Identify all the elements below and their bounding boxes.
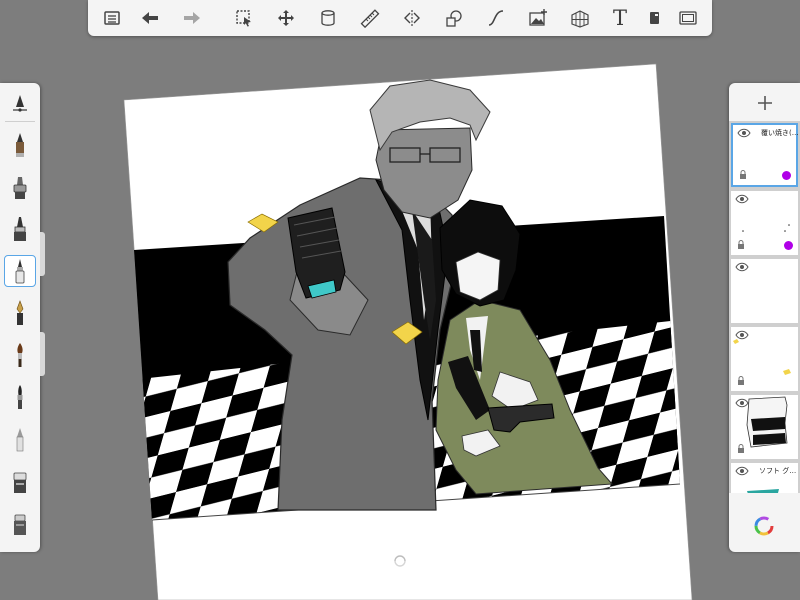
time-lapse-button[interactable] bbox=[640, 4, 668, 32]
layer-item-3[interactable] bbox=[731, 259, 798, 323]
symmetry-icon bbox=[404, 10, 420, 26]
brush-panel bbox=[0, 83, 40, 552]
color-wheel-icon bbox=[754, 516, 774, 536]
airbrush-icon bbox=[13, 177, 27, 199]
brush-options-button[interactable] bbox=[4, 87, 36, 119]
ink-pen-icon bbox=[16, 300, 24, 325]
text-button[interactable]: T bbox=[606, 4, 634, 32]
redo-icon bbox=[184, 12, 200, 24]
blend-mode-dot bbox=[782, 171, 791, 180]
brush-fineliner[interactable] bbox=[4, 255, 36, 287]
pencil-icon bbox=[16, 133, 24, 157]
transform-button[interactable] bbox=[272, 4, 300, 32]
stroke-button[interactable] bbox=[482, 4, 510, 32]
time-lapse-icon bbox=[650, 12, 659, 24]
ruler-icon bbox=[360, 9, 380, 28]
eye-icon[interactable] bbox=[735, 262, 749, 272]
image-icon bbox=[529, 9, 547, 26]
layer-name: 覆い焼き(… bbox=[761, 129, 799, 137]
brush-pencil[interactable] bbox=[4, 129, 36, 161]
perspective-grid-button[interactable] bbox=[566, 4, 594, 32]
shapes-icon bbox=[446, 10, 462, 27]
brush-panel-opacity-handle[interactable] bbox=[40, 332, 45, 376]
layer-item-5[interactable] bbox=[731, 395, 798, 459]
brush-eraser[interactable] bbox=[4, 465, 36, 497]
undo-button[interactable] bbox=[136, 4, 164, 32]
brush-marker[interactable] bbox=[4, 213, 36, 245]
symmetry-button[interactable] bbox=[398, 4, 426, 32]
undo-icon bbox=[142, 12, 158, 24]
layer-lock-icon bbox=[738, 376, 744, 385]
fullscreen-button[interactable] bbox=[674, 4, 702, 32]
paint-brush-icon bbox=[17, 343, 23, 367]
marker-icon bbox=[14, 217, 26, 241]
curve-icon bbox=[488, 10, 504, 26]
top-toolbar: T bbox=[88, 0, 712, 36]
selection-button[interactable] bbox=[230, 4, 258, 32]
redo-button[interactable] bbox=[178, 4, 206, 32]
brush-panel-resize-handle[interactable] bbox=[40, 232, 45, 276]
move-icon bbox=[278, 10, 294, 26]
selection-icon bbox=[236, 10, 251, 27]
blender-icon bbox=[14, 514, 26, 535]
fill-button[interactable] bbox=[314, 4, 342, 32]
brush-ink-pen[interactable] bbox=[4, 297, 36, 329]
shapes-button[interactable] bbox=[440, 4, 468, 32]
drawing-canvas[interactable] bbox=[0, 0, 800, 600]
color-picker-button[interactable] bbox=[751, 513, 777, 539]
layer-panel: 覆い焼き(… ソフト グ… bbox=[729, 83, 800, 552]
layer-lock-icon bbox=[740, 170, 746, 179]
fullscreen-icon bbox=[679, 11, 697, 25]
brush-paint[interactable] bbox=[4, 339, 36, 371]
layer-item-4[interactable] bbox=[731, 327, 798, 391]
add-layer-button[interactable] bbox=[751, 89, 779, 117]
text-icon: T bbox=[612, 5, 627, 30]
fineliner-icon bbox=[15, 259, 25, 284]
brush-panel-divider bbox=[5, 121, 35, 122]
brush-calligraphy[interactable] bbox=[4, 381, 36, 413]
layer-lock-icon bbox=[738, 444, 744, 453]
blend-mode-dot bbox=[784, 241, 793, 250]
canvas-rotate-handle[interactable] bbox=[392, 553, 408, 569]
eraser-icon bbox=[13, 472, 27, 493]
soft-pencil-icon bbox=[16, 428, 24, 452]
brush-soft-pencil[interactable] bbox=[4, 423, 36, 455]
perspective-grid-icon bbox=[571, 10, 589, 28]
layer-item-6[interactable]: ソフト グ… bbox=[731, 463, 798, 493]
ruler-button[interactable] bbox=[356, 4, 384, 32]
calligraphy-brush-icon bbox=[17, 385, 23, 409]
layer-list[interactable]: 覆い焼き(… ソフト グ… bbox=[729, 121, 800, 493]
import-image-button[interactable] bbox=[524, 4, 552, 32]
eye-icon[interactable] bbox=[737, 128, 751, 138]
layer-lock-icon bbox=[738, 240, 744, 249]
layer-item-2[interactable] bbox=[731, 191, 798, 255]
brush-properties-icon bbox=[13, 95, 27, 112]
brush-blender[interactable] bbox=[4, 507, 36, 539]
layer-item-1[interactable]: 覆い焼き(… bbox=[731, 123, 799, 187]
paint-bucket-icon bbox=[321, 10, 335, 26]
plus-icon bbox=[758, 96, 772, 110]
gallery-icon bbox=[104, 11, 120, 25]
gallery-button[interactable] bbox=[98, 4, 126, 32]
brush-airbrush[interactable] bbox=[4, 171, 36, 203]
layer-thumbnail bbox=[747, 489, 779, 493]
